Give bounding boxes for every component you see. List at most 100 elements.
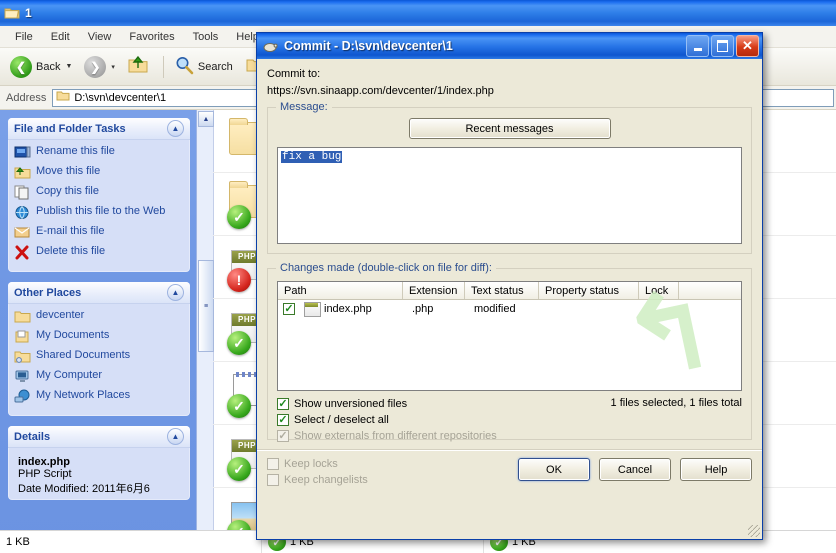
sidebar-item-my-computer[interactable]: My Computer — [14, 369, 186, 385]
ok-button[interactable]: OK — [518, 458, 590, 481]
panel-body-other-places: devcenter My Documents Shared Documents — [8, 304, 190, 416]
dialog-buttons: OK Cancel Help — [518, 458, 752, 481]
file-size-label: 1 KB — [6, 536, 30, 548]
cell-text-status: modified — [474, 303, 516, 315]
panel-body-details: index.php PHP Script Date Modified: 2011… — [8, 448, 190, 500]
copy-icon — [14, 185, 31, 201]
sidebar-item-shared-documents[interactable]: Shared Documents — [14, 349, 186, 365]
help-button[interactable]: Help — [680, 458, 752, 481]
scroll-up-button[interactable]: ▲ — [198, 111, 214, 127]
cell-path: index.php — [324, 303, 372, 315]
details-file-type: PHP Script — [18, 468, 72, 480]
column-header-extension[interactable]: Extension — [403, 282, 465, 299]
green-check-overlay-icon: ✓ — [227, 205, 251, 229]
sidebar-label-copy: Copy this file — [36, 185, 99, 197]
panel-header-details[interactable]: Details ▲ — [8, 426, 190, 448]
dialog-divider — [257, 449, 762, 451]
row-checkbox[interactable]: ✓ — [283, 303, 295, 315]
address-label: Address — [6, 91, 47, 104]
chevron-down-icon-forward[interactable]: ▾ — [111, 63, 115, 71]
sidebar-item-copy-file[interactable]: Copy this file — [14, 185, 186, 201]
checkbox-show-externals: ✓ — [277, 429, 289, 442]
maximize-button[interactable] — [711, 35, 734, 57]
sidebar-item-my-documents[interactable]: My Documents — [14, 329, 186, 345]
sidebar-item-publish-web[interactable]: Publish this file to the Web — [14, 205, 186, 221]
column-header-lock[interactable]: Lock — [639, 282, 679, 299]
column-header-property-status[interactable]: Property status — [539, 282, 639, 299]
option-keep-locks: Keep locks — [267, 458, 368, 470]
label-show-externals: Show externals from different repositori… — [294, 430, 497, 442]
folder-icon-devcenter — [14, 309, 31, 325]
minimize-button[interactable] — [686, 35, 709, 57]
green-check-overlay-icon: ✓ — [227, 331, 251, 355]
menu-tools[interactable]: Tools — [184, 29, 228, 45]
delete-x-icon — [14, 245, 31, 261]
up-folder-icon — [127, 55, 149, 78]
sidebar-label-email: E-mail this file — [36, 225, 105, 237]
checkbox-show-unversioned[interactable]: ✓ — [277, 398, 289, 410]
sidebar-item-delete-file[interactable]: Delete this file — [14, 245, 186, 261]
file-pane-scrollbar[interactable]: ▲ ≡ — [197, 110, 214, 553]
resize-grip[interactable] — [748, 525, 760, 537]
email-icon — [14, 225, 31, 241]
cancel-button[interactable]: Cancel — [599, 458, 671, 481]
column-header-text-status[interactable]: Text status — [465, 282, 539, 299]
sidebar-label-my-documents: My Documents — [36, 329, 110, 341]
column-header-path[interactable]: Path — [278, 282, 403, 299]
dialog-titlebar[interactable]: Commit - D:\svn\devcenter\1 ✕ — [257, 33, 762, 59]
sidebar-item-rename-file[interactable]: Rename this file — [14, 145, 186, 161]
minimize-icon — [693, 47, 702, 51]
panel-header-other-places[interactable]: Other Places ▲ — [8, 282, 190, 304]
chevron-up-icon-other-places[interactable]: ▲ — [167, 284, 184, 301]
row-checkbox-wrap[interactable]: ✓ — [278, 303, 300, 315]
checkbox-keep-locks — [267, 458, 279, 470]
label-show-unversioned: Show unversioned files — [294, 398, 408, 410]
cell-extension: .php — [412, 303, 434, 315]
option-show-unversioned[interactable]: ✓ Show unversioned files — [277, 398, 611, 410]
close-button[interactable]: ✕ — [736, 35, 759, 57]
menu-view[interactable]: View — [79, 29, 121, 45]
lock-options: Keep locks Keep changelists — [267, 458, 368, 486]
sidebar-item-email-file[interactable]: E-mail this file — [14, 225, 186, 241]
back-button[interactable]: ❮ Back ▼ — [6, 54, 76, 80]
option-select-deselect-all[interactable]: ✓ Select / deselect all — [277, 414, 611, 426]
sidebar-item-devcenter[interactable]: devcenter — [14, 309, 186, 325]
menu-file[interactable]: File — [6, 29, 42, 45]
sidebar-item-my-network-places[interactable]: My Network Places — [14, 389, 186, 405]
checkbox-select-deselect-all[interactable]: ✓ — [277, 414, 289, 426]
commit-message-input[interactable]: fix a bug — [277, 147, 742, 244]
menu-edit[interactable]: Edit — [42, 29, 79, 45]
panel-header-tasks[interactable]: File and Folder Tasks ▲ — [8, 118, 190, 140]
network-places-icon — [14, 389, 31, 405]
status-cell: 1 KB — [0, 531, 261, 553]
forward-button[interactable]: ❯ ▾ — [80, 54, 119, 80]
changes-group-label: Changes made (double-click on file for d… — [276, 262, 496, 274]
table-row[interactable]: ✓ index.php .php modified — [278, 300, 741, 318]
my-documents-icon — [14, 329, 31, 345]
magnifier-icon — [174, 55, 194, 78]
message-group: Message: Recent messages fix a bug — [267, 101, 752, 254]
changes-list-header: Path Extension Text status Property stat… — [278, 282, 741, 300]
chevron-up-icon-details[interactable]: ▲ — [167, 428, 184, 445]
chevron-down-icon[interactable]: ▼ — [65, 63, 72, 70]
sidebar-item-move-file[interactable]: Move this file — [14, 165, 186, 181]
changes-options-row: ✓ Show unversioned files ✓ Select / dese… — [277, 394, 742, 442]
recent-messages-button[interactable]: Recent messages — [408, 118, 611, 139]
search-button[interactable]: Search — [170, 53, 237, 80]
explorer-title: 1 — [25, 6, 32, 20]
up-button[interactable] — [123, 53, 153, 80]
menu-favorites[interactable]: Favorites — [120, 29, 183, 45]
rename-icon — [14, 145, 31, 161]
panel-title-other-places: Other Places — [14, 286, 82, 299]
sidebar-label-publish: Publish this file to the Web — [36, 205, 166, 217]
label-keep-locks: Keep locks — [284, 458, 338, 470]
red-exclamation-overlay-icon: ! — [227, 268, 251, 292]
changes-list[interactable]: ↰ Path Extension Text status Property st… — [277, 281, 742, 391]
label-keep-changelists: Keep changelists — [284, 474, 368, 486]
panel-file-and-folder-tasks: File and Folder Tasks ▲ Rename this file — [8, 118, 190, 272]
panel-other-places: Other Places ▲ devcenter My Documents Sh… — [8, 282, 190, 416]
scrollbar-thumb[interactable]: ≡ — [198, 260, 214, 352]
message-group-label: Message: — [276, 101, 332, 113]
chevron-up-icon[interactable]: ▲ — [167, 120, 184, 137]
dialog-title: Commit - D:\svn\devcenter\1 — [284, 39, 453, 53]
